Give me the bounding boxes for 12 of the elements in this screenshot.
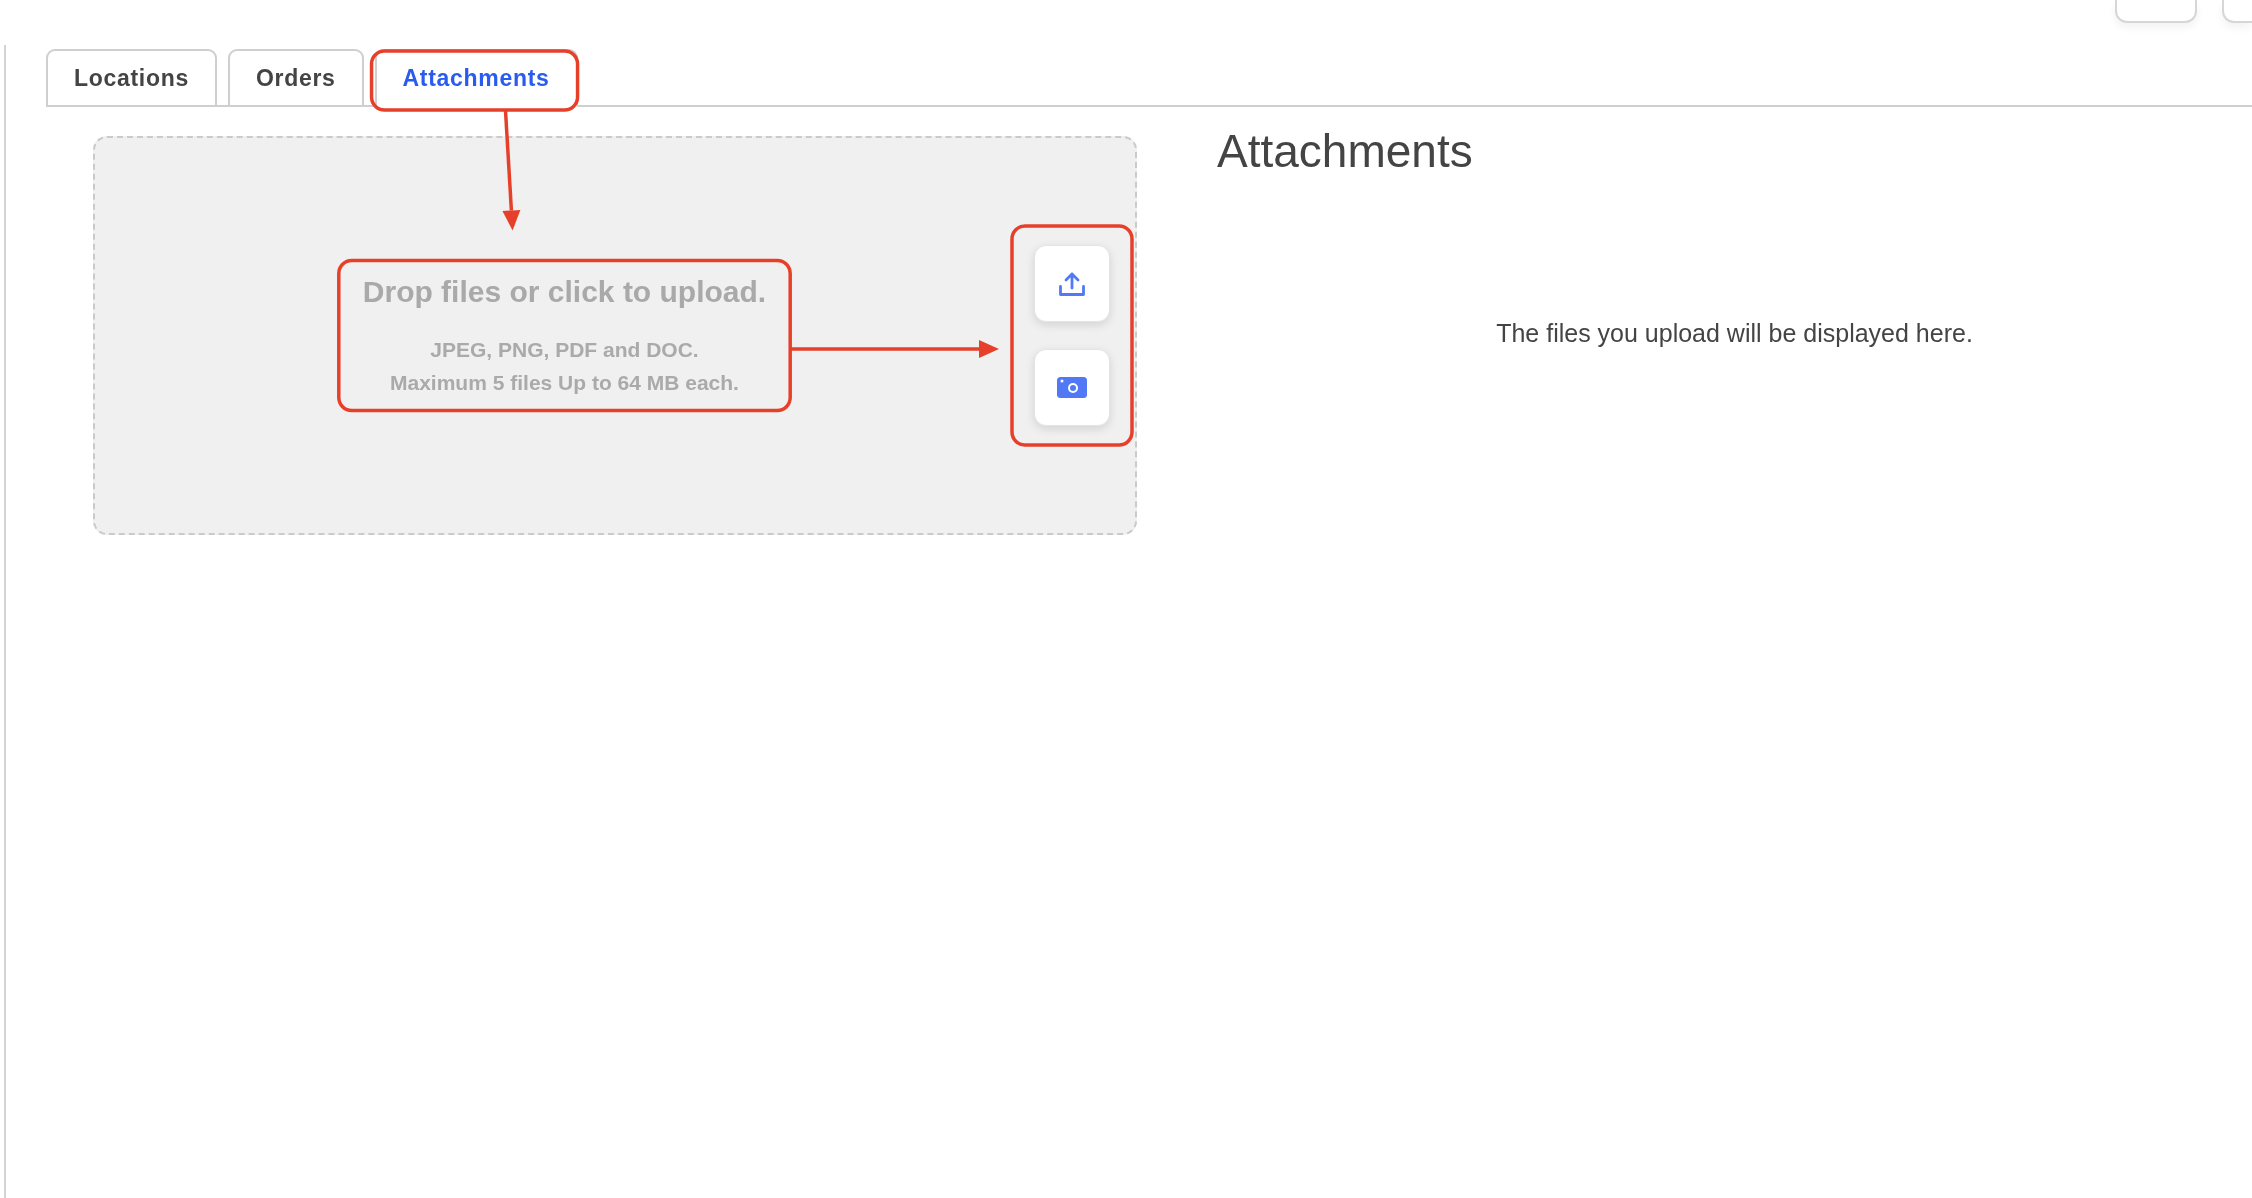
tab[interactable]: Locations — [46, 49, 217, 107]
file-limit-text: Maximum 5 files Up to 64 MB each. — [389, 369, 740, 396]
panel-heading: Attachments — [1217, 124, 1474, 179]
camera-icon — [1057, 377, 1087, 398]
tab[interactable]: Orders — [227, 49, 364, 107]
upload-button[interactable] — [1034, 245, 1110, 322]
file-types-text: JPEG, PNG, PDF and DOC. — [429, 336, 700, 363]
tab[interactable]: Attachments — [374, 49, 578, 107]
drop-zone-title: Drop files or click to upload. — [362, 273, 767, 310]
upload-icon — [1058, 270, 1086, 297]
empty-state-text: The files you upload will be displayed here. — [1495, 318, 1974, 349]
camera-button[interactable] — [1034, 349, 1110, 426]
